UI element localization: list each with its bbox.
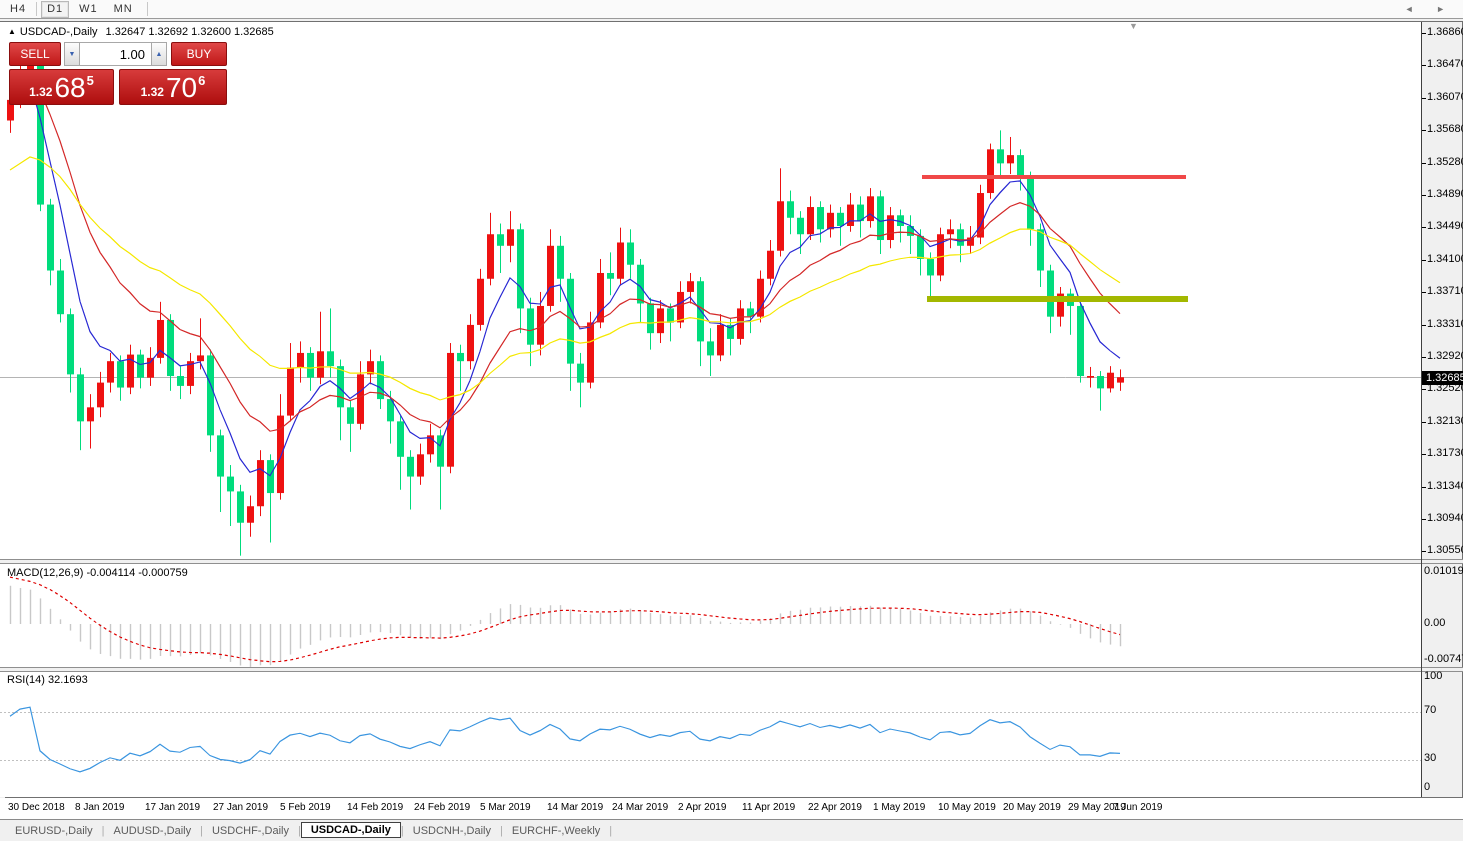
- price-tick-label: 1.33710: [1427, 285, 1463, 297]
- price-tick-label: 1.36070: [1427, 91, 1463, 103]
- tab-eurusd[interactable]: EURUSD-,Daily: [6, 823, 102, 839]
- price-tick-label: 1.35280: [1427, 156, 1463, 168]
- volume-decrease-button[interactable]: ▼: [64, 42, 80, 66]
- macd-axis-label: 0.00: [1424, 617, 1445, 629]
- timeframe-button-mn[interactable]: MN: [108, 1, 139, 18]
- toolbar-separator: [36, 2, 37, 16]
- macd-axis-label: 0.010199: [1424, 565, 1463, 577]
- price-tick-label: 1.34100: [1427, 253, 1463, 265]
- price-tick-label: 1.34490: [1427, 220, 1463, 232]
- tab-scroll-arrows[interactable]: ◄ ►: [1405, 4, 1455, 14]
- price-tick-label: 1.30940: [1427, 512, 1463, 524]
- date-label: 17 Jan 2019: [145, 802, 200, 813]
- sell-price-pip: 5: [87, 73, 94, 88]
- price-tick-label: 1.33310: [1427, 318, 1463, 330]
- buy-price-prefix: 1.32: [141, 85, 164, 99]
- date-label: 2 Apr 2019: [678, 802, 726, 813]
- price-tick-label: 1.35680: [1427, 123, 1463, 135]
- price-tick-label: 1.30550: [1427, 544, 1463, 556]
- price-tick-label: 1.32130: [1427, 415, 1463, 427]
- chart-title: ▲ USDCAD-,Daily 1.32647 1.32692 1.32600 1.…: [8, 26, 274, 38]
- date-axis[interactable]: 30 Dec 2018 8 Jan 2019 17 Jan 2019 27 Jan 2…: [0, 798, 1463, 819]
- buy-price-big: 70: [166, 74, 197, 102]
- date-label: 5 Feb 2019: [280, 802, 331, 813]
- macd-indicator-pane[interactable]: [0, 564, 1421, 667]
- collapse-chart-icon[interactable]: ▲: [8, 27, 16, 36]
- chart-ohlc-values: 1.32647 1.32692 1.32600 1.32685: [106, 26, 274, 38]
- macd-axis-label: -0.007476: [1424, 653, 1463, 665]
- price-tick-label: 1.32520: [1427, 382, 1463, 394]
- price-axis[interactable]: 1.32685 1.368601.364701.360701.356801.35…: [1422, 0, 1463, 841]
- rsi-axis-label: 70: [1424, 704, 1436, 716]
- rsi-indicator-pane[interactable]: [0, 672, 1421, 797]
- timeframe-button-d1[interactable]: D1: [41, 1, 69, 18]
- date-label: 7 Jun 2019: [1113, 802, 1163, 813]
- timeframe-toolbar: H4 D1W1MN: [0, 0, 1463, 19]
- date-label: 27 Jan 2019: [213, 802, 268, 813]
- toolbar-separator: [147, 2, 148, 16]
- macd-label: MACD(12,26,9) -0.004114 -0.000759: [7, 567, 188, 579]
- date-label: 24 Mar 2019: [612, 802, 668, 813]
- sell-price-big: 68: [54, 74, 85, 102]
- date-label: 22 Apr 2019: [808, 802, 862, 813]
- price-tick-label: 1.36470: [1427, 58, 1463, 70]
- sell-button[interactable]: SELL: [9, 42, 61, 66]
- sell-price-button[interactable]: 1.32 68 5: [9, 69, 114, 105]
- date-label: 1 May 2019: [873, 802, 925, 813]
- chart-tab-bar: EURUSD-,Daily|AUDUSD-,Daily|USDCHF-,Dail…: [0, 819, 1463, 841]
- price-tick-label: 1.31730: [1427, 447, 1463, 459]
- price-tick-label: 1.36860: [1427, 26, 1463, 38]
- date-label: 11 Apr 2019: [742, 802, 795, 813]
- buy-price-pip: 6: [198, 73, 205, 88]
- chart-symbol-label: USDCAD-,Daily: [20, 26, 98, 38]
- date-label: 8 Jan 2019: [75, 802, 125, 813]
- date-label: 14 Feb 2019: [347, 802, 403, 813]
- date-label: 5 Mar 2019: [480, 802, 531, 813]
- mt4-terminal: H4 D1W1MN ▲ USDCAD-,Daily 1.32647 1.32692 1…: [0, 0, 1463, 841]
- tab-audusd[interactable]: AUDUSD-,Daily: [104, 823, 200, 839]
- date-label: 24 Feb 2019: [414, 802, 470, 813]
- volume-input[interactable]: [79, 42, 152, 66]
- tab-divider: |: [609, 825, 612, 837]
- rsi-axis-label: 0: [1424, 781, 1430, 793]
- date-label: 10 May 2019: [938, 802, 996, 813]
- price-tick-label: 1.31340: [1427, 480, 1463, 492]
- timeframe-button-w1[interactable]: W1: [73, 1, 104, 18]
- timeframe-button-h4[interactable]: H4: [4, 1, 32, 18]
- date-label: 14 Mar 2019: [547, 802, 603, 813]
- rsi-label: RSI(14) 32.1693: [7, 674, 88, 686]
- date-label: 20 May 2019: [1003, 802, 1061, 813]
- sell-price-prefix: 1.32: [29, 85, 52, 99]
- chart-shift-marker-icon[interactable]: ▼: [1129, 21, 1138, 31]
- price-tick-label: 1.34890: [1427, 188, 1463, 200]
- tab-usdcnh[interactable]: USDCNH-,Daily: [404, 823, 500, 839]
- tab-usdchf[interactable]: USDCHF-,Daily: [203, 823, 298, 839]
- buy-button[interactable]: BUY: [171, 42, 227, 66]
- rsi-axis-label: 100: [1424, 670, 1442, 682]
- buy-price-button[interactable]: 1.32 70 6: [119, 69, 227, 105]
- trade-controls-row: SELL ▼ ▲ BUY: [9, 42, 227, 66]
- date-label: 30 Dec 2018: [8, 802, 65, 813]
- volume-increase-button[interactable]: ▲: [151, 42, 167, 66]
- price-tick-label: 1.32920: [1427, 350, 1463, 362]
- tab-usdcad[interactable]: USDCAD-,Daily: [301, 822, 401, 838]
- tab-eurchf[interactable]: EURCHF-,Weekly: [503, 823, 609, 839]
- rsi-axis-label: 30: [1424, 752, 1436, 764]
